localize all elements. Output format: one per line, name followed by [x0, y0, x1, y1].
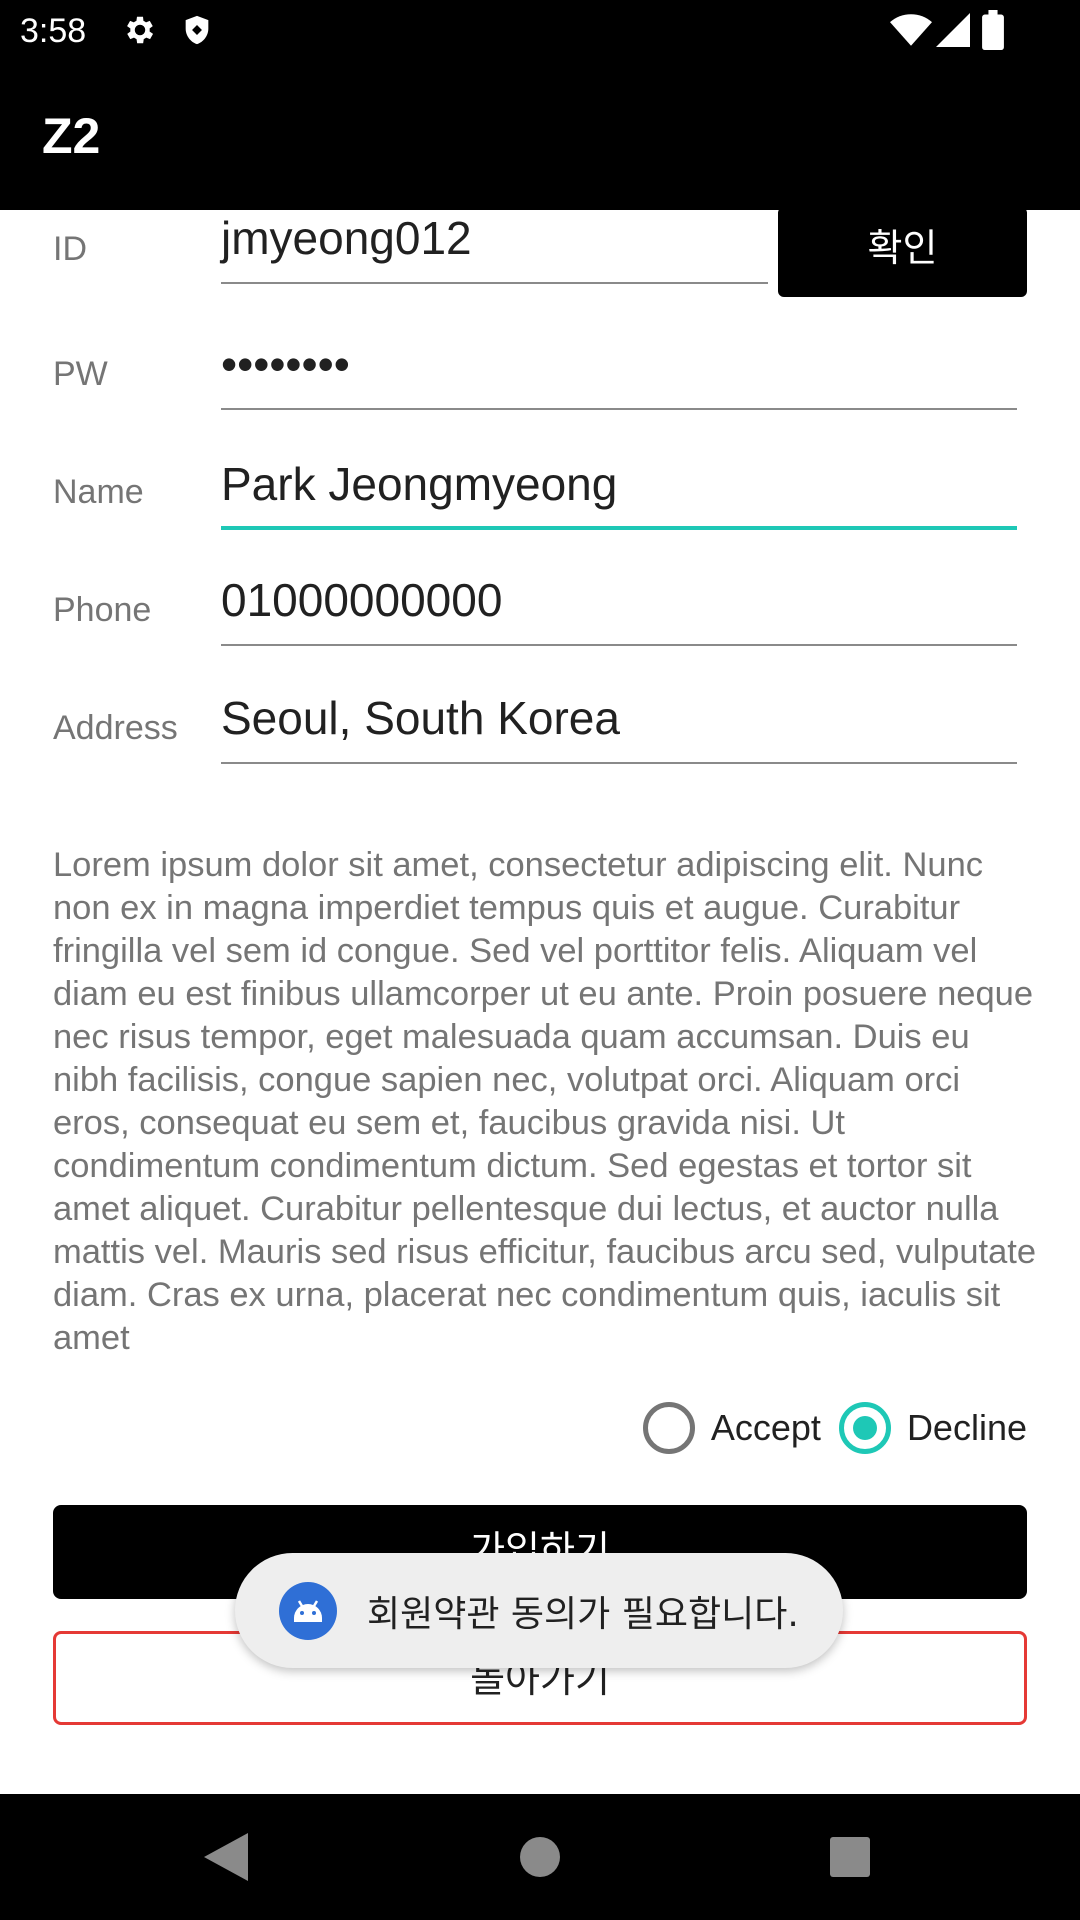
back-icon[interactable] — [166, 1794, 286, 1920]
pw-field[interactable]: •••••••• — [221, 336, 1017, 410]
phone-label: Phone — [53, 591, 152, 629]
home-icon[interactable] — [480, 1794, 600, 1920]
shield-icon — [180, 12, 214, 52]
address-label: Address — [53, 709, 178, 747]
phone-value: 01000000000 — [221, 574, 503, 626]
signal-icon — [936, 12, 970, 52]
battery-icon — [982, 10, 1004, 54]
terms-text: Lorem ipsum dolor sit amet, consectetur … — [53, 846, 1037, 1357]
pw-value: •••••••• — [221, 338, 350, 390]
decline-label: Decline — [906, 1407, 1027, 1448]
address-field[interactable]: Seoul, South Korea — [221, 690, 1017, 764]
toast: 회원약관 동의가 필요합니다. — [235, 1553, 843, 1668]
accept-label: Accept — [710, 1407, 821, 1448]
name-value: Park Jeongmyeong — [221, 458, 618, 510]
app-title: Z2 — [42, 108, 101, 164]
id-confirm-button[interactable]: 확인 — [778, 207, 1027, 297]
status-time: 3:58 — [20, 12, 87, 50]
decline-radio-circle[interactable] — [838, 1402, 891, 1454]
id-field[interactable]: jmyeong012 — [221, 210, 768, 284]
android-icon — [279, 1581, 337, 1640]
wifi-icon — [890, 12, 932, 52]
name-label: Name — [53, 473, 144, 511]
accept-radio[interactable]: Accept — [642, 1402, 821, 1454]
name-field[interactable]: Park Jeongmyeong — [221, 456, 1017, 530]
accept-radio-circle[interactable] — [642, 1402, 695, 1454]
toast-message: 회원약관 동의가 필요합니다. — [367, 1593, 799, 1635]
address-value: Seoul, South Korea — [221, 692, 620, 744]
phone-field[interactable]: 01000000000 — [221, 572, 1017, 646]
pw-label: PW — [53, 355, 108, 393]
decline-radio[interactable]: Decline — [838, 1402, 1027, 1454]
id-value: jmyeong012 — [221, 212, 472, 264]
status-bar: 3:58 — [0, 0, 1080, 63]
app-bar: Z2 — [0, 63, 1080, 210]
nav-bar — [0, 1794, 1080, 1920]
recents-icon[interactable] — [790, 1794, 910, 1920]
gear-icon — [122, 12, 158, 52]
agreement-radio-group: Accept Decline — [625, 1400, 1027, 1456]
id-label: ID — [53, 230, 87, 268]
